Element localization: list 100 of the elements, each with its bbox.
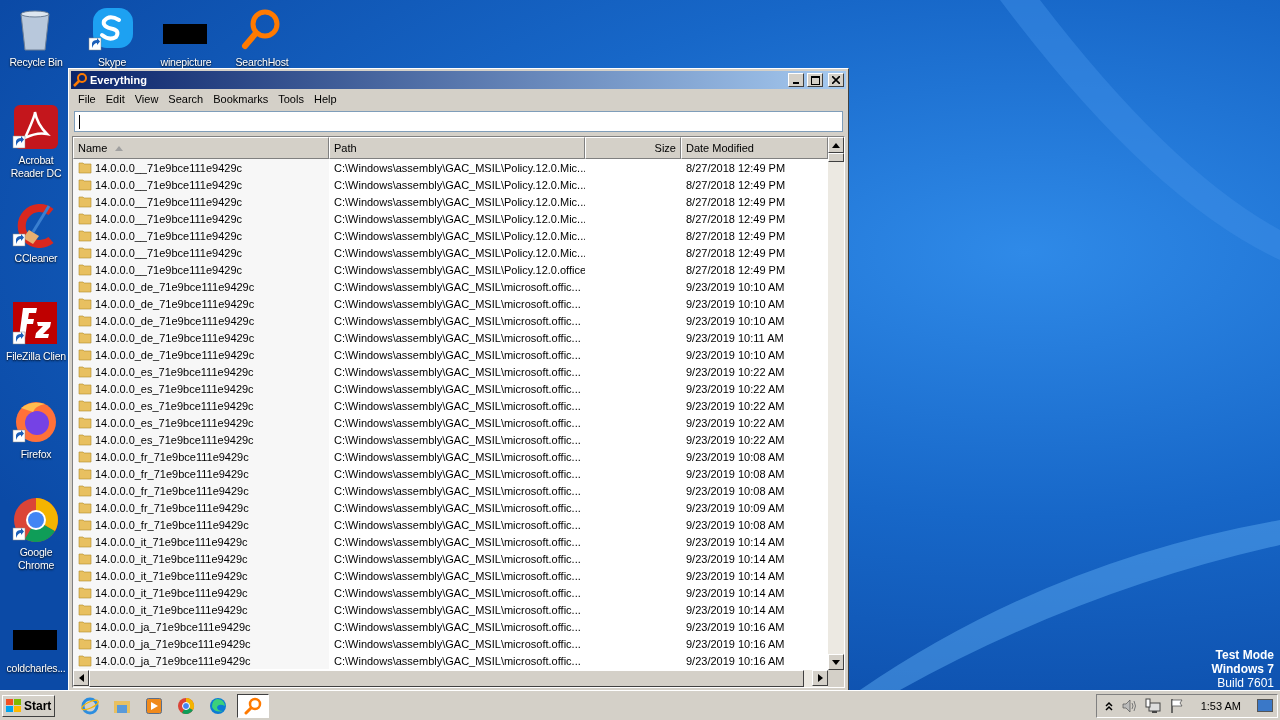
folder-icon	[78, 212, 92, 225]
table-cell: 9/23/2019 10:14 AM	[686, 603, 785, 616]
folder-icon	[78, 331, 92, 344]
table-cell: C:\Windows\assembly\GAC_MSIL\Policy.12.0.Mic...	[334, 195, 585, 208]
start-button[interactable]: Start	[2, 694, 56, 717]
os-notice-text: Test Mode	[1215, 648, 1274, 662]
menu-item[interactable]: Bookmarks	[208, 93, 274, 105]
table-cell: 14.0.0.0_es_71e9bce111e9429c	[95, 382, 254, 395]
table-cell: 8/27/2018 12:49 PM	[686, 229, 786, 242]
minimize-button[interactable]	[788, 73, 804, 87]
folder-icon	[78, 637, 92, 650]
table-cell: 14.0.0.0_it_71e9bce111e9429c	[95, 603, 248, 616]
table-cell: 14.0.0.0_it_71e9bce111e9429c	[95, 535, 248, 548]
down-arrow-icon	[832, 659, 840, 665]
folder-icon	[78, 416, 92, 429]
table-cell: 14.0.0.0_it_71e9bce111e9429c	[95, 586, 248, 599]
table-cell: C:\Windows\assembly\GAC_MSIL\microsoft.offic...	[334, 433, 581, 446]
table-cell: 9/23/2019 10:10 AM	[686, 280, 785, 293]
table-cell: C:\Windows\assembly\GAC_MSIL\microsoft.offic...	[334, 331, 581, 344]
folder-icon	[78, 365, 92, 378]
folder-icon	[78, 178, 92, 191]
desktop-icon-label: Recycle Bin	[9, 56, 63, 69]
table-cell: C:\Windows\assembly\GAC_MSIL\microsoft.offic...	[334, 603, 581, 616]
vertical-scrollbar[interactable]	[828, 137, 844, 670]
table-cell: C:\Windows\assembly\GAC_MSIL\microsoft.offic...	[334, 297, 581, 310]
table-cell: 14.0.0.0_it_71e9bce111e9429c	[95, 552, 248, 565]
table-cell: C:\Windows\assembly\GAC_MSIL\microsoft.offic...	[334, 535, 581, 548]
menu-item[interactable]: Help	[308, 93, 342, 105]
table-cell: 14.0.0.0_de_71e9bce111e9429c	[95, 348, 255, 361]
table-cell: C:\Windows\assembly\GAC_MSIL\microsoft.offic...	[334, 518, 581, 531]
folder-icon	[78, 518, 92, 531]
table-cell: 14.0.0.0_fr_71e9bce111e9429c	[95, 501, 249, 514]
right-arrow-icon	[817, 674, 823, 682]
desktop-app-icon[interactable]	[11, 104, 61, 150]
taskbar-app-button[interactable]	[237, 693, 270, 718]
folder-icon	[78, 501, 92, 514]
column-header[interactable]: Name	[73, 137, 329, 159]
column-header[interactable]: Size	[585, 137, 681, 159]
folder-icon	[78, 161, 92, 174]
globe-e-icon	[81, 696, 100, 715]
scroll-right-button[interactable]	[812, 670, 828, 686]
speaker-icon[interactable]	[1120, 697, 1137, 714]
table-cell: 9/23/2019 10:14 AM	[686, 552, 785, 565]
table-cell: 14.0.0.0_de_71e9bce111e9429c	[95, 314, 255, 327]
folder-icon	[78, 433, 92, 446]
menu-item[interactable]: View	[129, 93, 164, 105]
search-field[interactable]	[74, 111, 843, 132]
maximize-button[interactable]	[807, 73, 823, 87]
folder-icon	[78, 586, 92, 599]
menu-item[interactable]: Tools	[273, 93, 309, 105]
folder-icon	[78, 382, 92, 395]
folder-icon	[78, 552, 92, 565]
menu-item[interactable]: File	[73, 93, 101, 105]
network-icon[interactable]	[1144, 697, 1161, 714]
desktop-app-icon[interactable]	[11, 496, 61, 542]
show-desktop-icon[interactable]	[1257, 698, 1273, 713]
table-cell: 9/23/2019 10:10 AM	[686, 314, 785, 327]
table-cell: 14.0.0.0_es_71e9bce111e9429c	[95, 399, 254, 412]
desktop-icon-label: winepicture	[160, 56, 212, 69]
close-button[interactable]	[828, 73, 844, 87]
clock[interactable]: 1:53 AM	[1192, 699, 1249, 712]
table-cell: 14.0.0.0__71e9bce111e9429c	[95, 161, 242, 174]
scroll-left-button[interactable]	[73, 670, 89, 686]
chrome-icon	[177, 696, 196, 715]
table-cell: C:\Windows\assembly\GAC_MSIL\microsoft.offic...	[334, 399, 581, 412]
table-cell: 9/23/2019 10:08 AM	[686, 467, 785, 480]
table-cell: 9/23/2019 10:22 AM	[686, 365, 785, 378]
column-header[interactable]: Path	[329, 137, 585, 159]
folder-icon	[78, 348, 92, 361]
menu-item[interactable]: Search	[163, 93, 209, 105]
desktop-icon-label: CCleaner	[14, 252, 58, 265]
sort-arrow-icon	[115, 145, 124, 151]
play-icon	[146, 697, 163, 714]
scroll-down-button[interactable]	[828, 654, 844, 670]
table-cell: C:\Windows\assembly\GAC_MSIL\microsoft.offic...	[334, 365, 581, 378]
scrollbar-thumb[interactable]	[828, 153, 844, 162]
table-cell: C:\Windows\assembly\GAC_MSIL\microsoft.offic...	[334, 348, 581, 361]
table-cell: 9/23/2019 10:22 AM	[686, 433, 785, 446]
table-cell: 9/23/2019 10:08 AM	[686, 484, 785, 497]
table-cell: C:\Windows\assembly\GAC_MSIL\microsoft.offic...	[334, 450, 581, 463]
chevron-up-icon[interactable]	[1104, 700, 1113, 711]
table-cell: 8/27/2018 12:49 PM	[686, 161, 786, 174]
table-cell: 14.0.0.0_de_71e9bce111e9429c	[95, 331, 255, 344]
scroll-up-button[interactable]	[828, 137, 844, 153]
column-header[interactable]: Date Modified	[681, 137, 828, 159]
menu-item[interactable]: Edit	[100, 93, 130, 105]
desktop-icon-label: Firefox	[20, 448, 52, 461]
folder-icon	[78, 263, 92, 276]
flag-icon[interactable]	[1168, 697, 1185, 714]
table-cell: C:\Windows\assembly\GAC_MSIL\microsoft.offic...	[334, 382, 581, 395]
folder-icon	[78, 297, 92, 310]
table-cell: 14.0.0.0_de_71e9bce111e9429c	[95, 280, 255, 293]
table-cell: 9/23/2019 10:08 AM	[686, 450, 785, 463]
table-cell: C:\Windows\assembly\GAC_MSIL\Policy.12.0.Mic...	[334, 246, 585, 259]
table-cell: 8/27/2018 12:49 PM	[686, 195, 786, 208]
table-cell: C:\Windows\assembly\GAC_MSIL\microsoft.offic...	[334, 467, 581, 480]
folder-icon	[78, 484, 92, 497]
folder-icon	[78, 314, 92, 327]
folder-icon	[78, 229, 92, 242]
table-cell: 9/23/2019 10:16 AM	[686, 620, 785, 633]
